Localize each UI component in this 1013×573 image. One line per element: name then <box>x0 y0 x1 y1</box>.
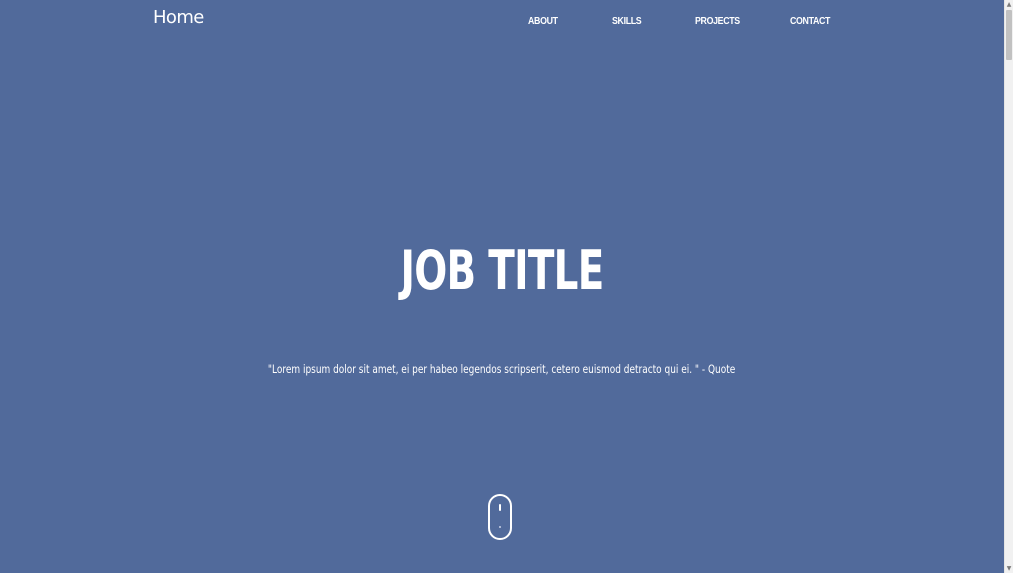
nav-item-contact[interactable]: CONTACT <box>790 15 830 27</box>
hero-title-text: JOB TITLE <box>400 239 604 302</box>
hero-quote-text: "Lorem ipsum dolor sit amet, ei per habe… <box>268 362 736 376</box>
mouse-wheel <box>499 504 501 511</box>
vertical-scrollbar[interactable]: ▲ ▼ <box>1004 0 1013 573</box>
hero-title: JOB TITLE <box>0 238 1004 304</box>
scrollbar-thumb[interactable] <box>1006 10 1012 60</box>
hero-quote: "Lorem ipsum dolor sit amet, ei per habe… <box>0 361 1004 377</box>
mouse-dot <box>499 526 501 528</box>
page-viewport: Home ABOUT SKILLS PROJECTS CONTACT JOB T… <box>0 0 1004 573</box>
nav-item-about[interactable]: ABOUT <box>528 15 558 27</box>
mouse-scroll-icon[interactable] <box>488 494 512 540</box>
nav-item-projects[interactable]: PROJECTS <box>695 15 740 27</box>
scroll-down-arrow-icon[interactable]: ▼ <box>1005 564 1013 573</box>
scroll-up-arrow-icon[interactable]: ▲ <box>1005 0 1013 9</box>
main-nav: ABOUT SKILLS PROJECTS CONTACT <box>0 15 1004 31</box>
nav-item-skills[interactable]: SKILLS <box>612 15 642 27</box>
